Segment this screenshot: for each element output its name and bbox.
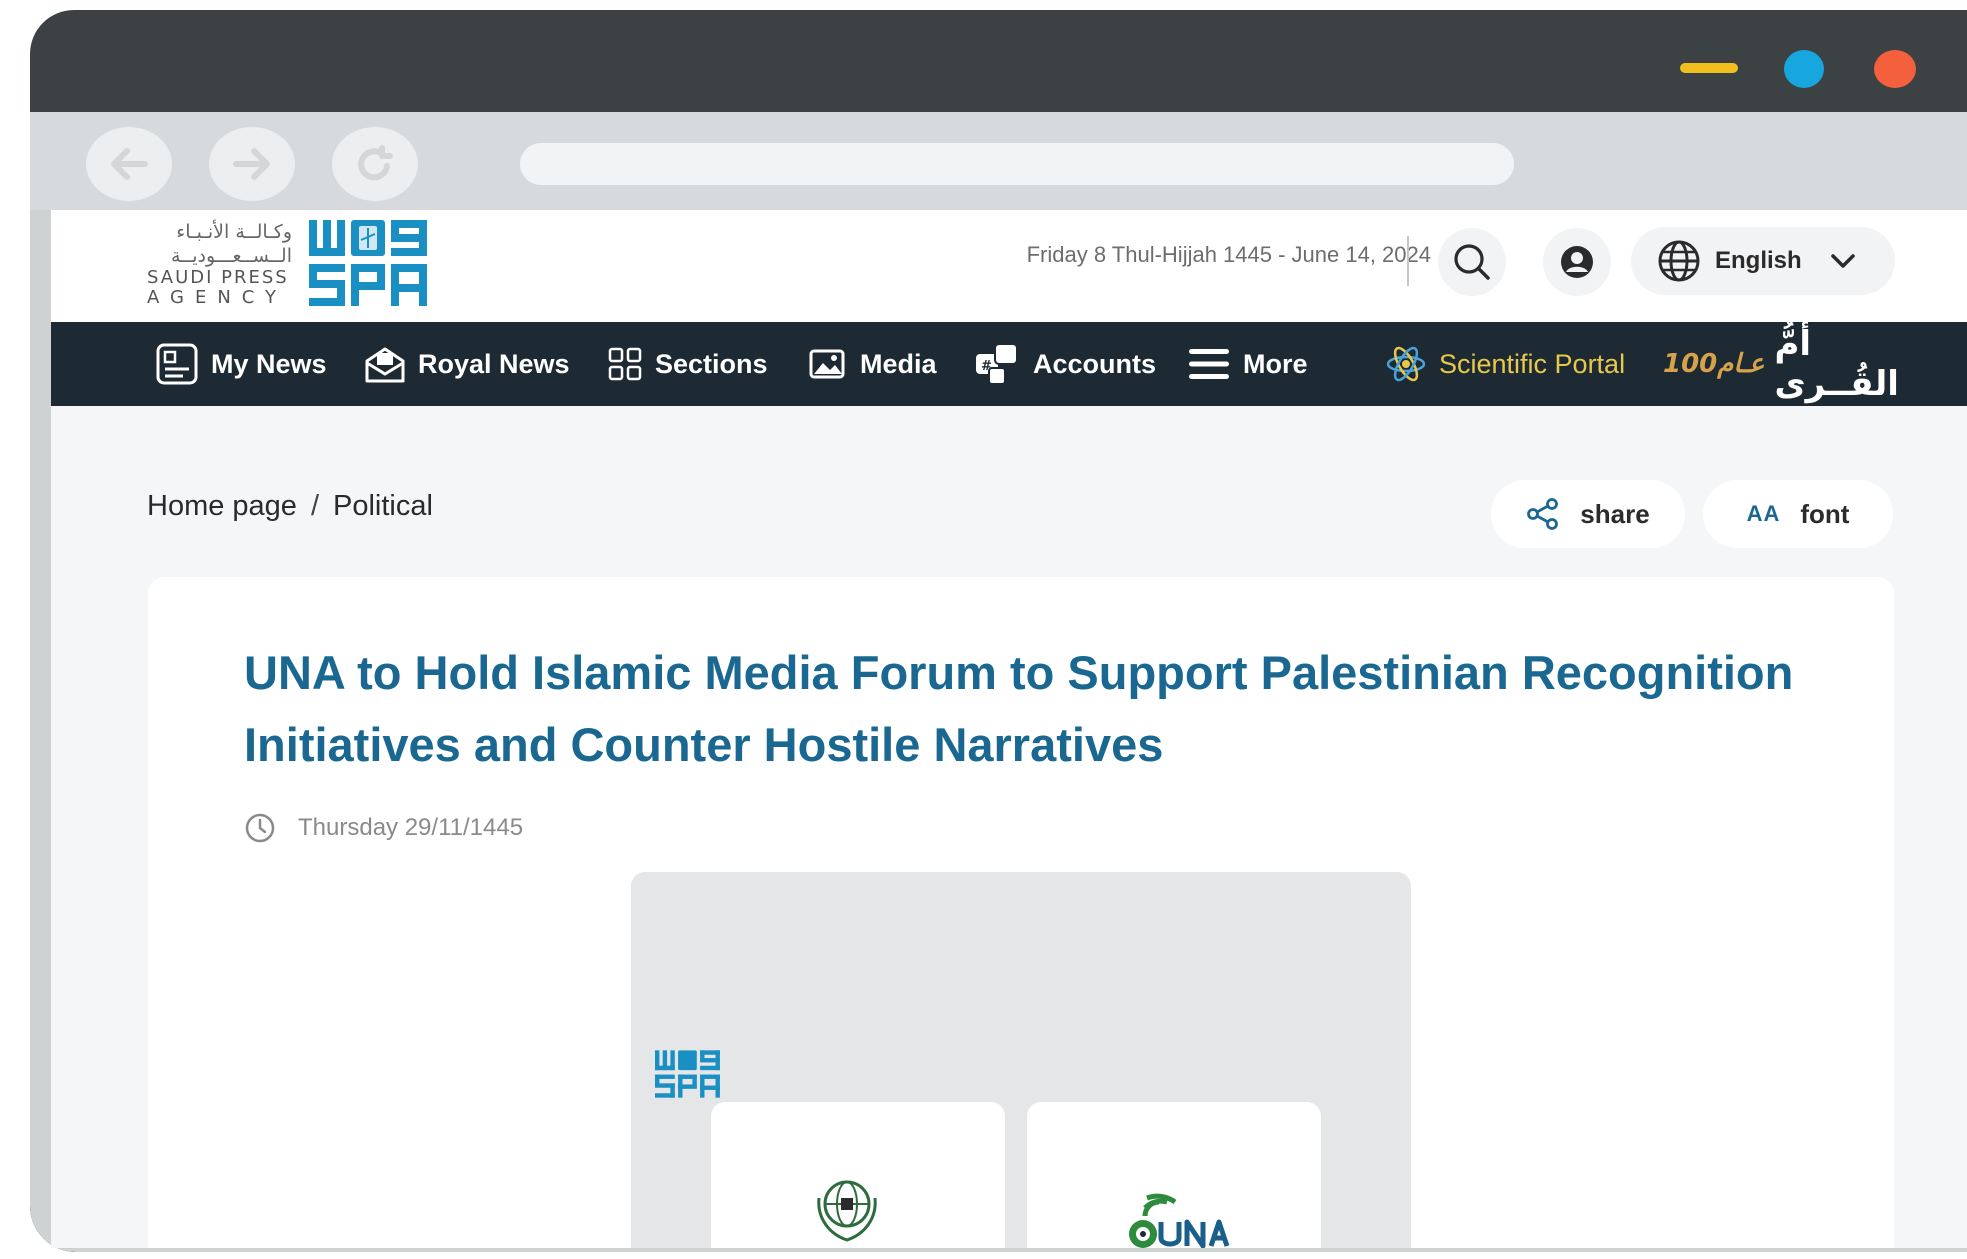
font-label: font xyxy=(1800,498,1850,529)
clock-icon xyxy=(245,813,275,843)
logo-arabic-line1: وكـالــة الأنـبـاء xyxy=(176,221,292,243)
breadcrumb: Home page / Political xyxy=(147,490,433,523)
minimize-button[interactable] xyxy=(1680,63,1738,73)
menu-icon xyxy=(1189,349,1229,379)
nav-accounts[interactable]: # Accounts xyxy=(973,322,1156,406)
url-bar[interactable] xyxy=(520,143,1514,185)
maximize-button[interactable] xyxy=(1784,50,1824,88)
article-title: UNA to Hold Islamic Media Forum to Suppo… xyxy=(244,646,1794,771)
web-page: وكـالــة الأنـبـاء الــســعـــوديــة SAU… xyxy=(51,210,1967,1248)
breadcrumb-home[interactable]: Home page xyxy=(147,490,297,522)
spa-logo-text[interactable]: وكـالــة الأنـبـاء الــســعـــوديــة SAU… xyxy=(147,220,292,308)
reload-icon xyxy=(358,145,393,181)
svg-text:#: # xyxy=(981,359,992,374)
arrow-left-icon xyxy=(111,148,148,180)
nav-royal-news[interactable]: Royal News xyxy=(364,322,570,406)
umm-alqura-100-label: 100عـام xyxy=(1663,349,1765,379)
nav-more[interactable]: More xyxy=(1187,322,1308,406)
share-button[interactable]: share xyxy=(1491,480,1685,548)
grid-icon xyxy=(608,347,642,381)
logo-english-line1: SAUDI PRESS xyxy=(147,267,289,288)
share-label: share xyxy=(1580,498,1650,529)
nav-sections[interactable]: Sections xyxy=(607,322,768,406)
nav-my-news-label: My News xyxy=(211,348,327,379)
article-card: UNA to Hold Islamic Media Forum to Suppo… xyxy=(148,577,1894,1248)
logo-english-line2: AGENCY xyxy=(147,287,288,308)
reload-button[interactable] xyxy=(332,127,418,201)
umm-alqura-link[interactable]: 100عـام أمُّ القُــرى xyxy=(1663,324,1903,404)
font-size-icon: AA xyxy=(1746,501,1781,526)
atom-icon xyxy=(1386,346,1426,382)
image-icon xyxy=(809,349,845,379)
header-divider xyxy=(1407,236,1409,286)
user-icon xyxy=(1561,246,1593,278)
oic-logo-tile xyxy=(711,1102,1005,1248)
spa-logo-icon[interactable] xyxy=(309,220,429,306)
article-image[interactable] xyxy=(631,872,1411,1248)
font-size-button[interactable]: AA font xyxy=(1703,480,1893,548)
nav-media[interactable]: Media xyxy=(808,322,937,406)
window-titlebar xyxy=(30,10,1967,112)
site-header: وكـالــة الأنـبـاء الــســعـــوديــة SAU… xyxy=(51,210,1967,322)
article-date-text: Thursday 29/11/1445 xyxy=(298,814,524,841)
nav-more-label: More xyxy=(1243,348,1308,379)
oic-emblem-icon xyxy=(817,1180,877,1242)
breadcrumb-separator: / xyxy=(310,490,319,522)
close-button[interactable] xyxy=(1874,50,1916,88)
forward-button[interactable] xyxy=(209,127,295,201)
breadcrumb-current[interactable]: Political xyxy=(333,490,433,522)
spa-watermark-icon xyxy=(655,1050,720,1098)
scientific-portal-label: Scientific Portal xyxy=(1439,348,1626,379)
search-button[interactable] xyxy=(1438,228,1506,296)
nav-media-label: Media xyxy=(860,348,937,379)
account-button[interactable] xyxy=(1543,228,1611,296)
nav-my-news[interactable]: My News xyxy=(155,322,327,406)
arrow-right-icon xyxy=(233,148,270,180)
nav-royal-news-label: Royal News xyxy=(418,348,570,379)
article-date: Thursday 29/11/1445 xyxy=(244,812,523,844)
news-icon xyxy=(156,343,198,385)
share-icon xyxy=(1527,498,1559,530)
language-label: English xyxy=(1715,247,1802,274)
logo-arabic-line2: الــســعـــوديــة xyxy=(170,245,292,267)
envelope-icon xyxy=(365,347,405,383)
back-button[interactable] xyxy=(86,127,172,201)
una-logo-tile xyxy=(1027,1102,1321,1248)
main-navigation: My News Royal News Sections Media # Acco… xyxy=(51,322,1967,406)
social-icon: # xyxy=(976,343,1018,385)
chevron-down-icon xyxy=(1830,254,1855,268)
nav-accounts-label: Accounts xyxy=(1033,348,1157,379)
una-logo-icon xyxy=(1129,1193,1230,1248)
globe-icon xyxy=(1658,240,1700,282)
nav-sections-label: Sections xyxy=(655,348,768,379)
umm-alqura-label: أمُّ القُــرى xyxy=(1774,324,1899,404)
search-icon xyxy=(1454,244,1490,280)
language-selector[interactable]: English xyxy=(1631,227,1895,295)
current-date: Friday 8 Thul-Hijjah 1445 - June 14, 202… xyxy=(1026,242,1431,267)
scientific-portal-link[interactable]: Scientific Portal xyxy=(1385,322,1625,406)
